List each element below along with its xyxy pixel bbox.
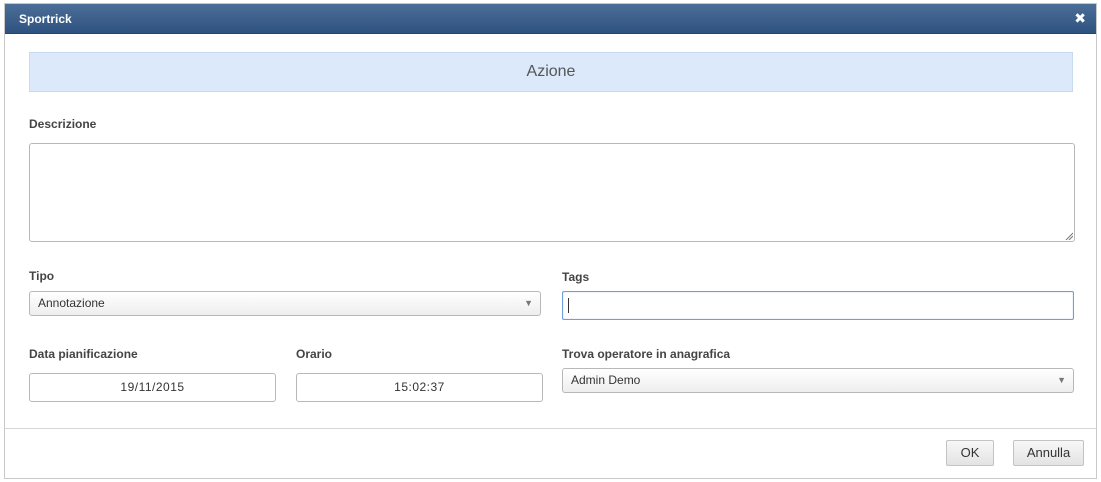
cancel-button[interactable]: Annulla xyxy=(1013,440,1084,466)
operatore-select[interactable]: Admin Demo ▼ xyxy=(562,368,1074,393)
descrizione-label: Descrizione xyxy=(29,117,97,131)
resize-grip-icon[interactable] xyxy=(1065,232,1073,240)
dialog-title: Sportrick xyxy=(19,12,72,26)
orario-input[interactable]: 15:02:37 xyxy=(296,373,543,402)
orario-label: Orario xyxy=(296,347,333,361)
tipo-label: Tipo xyxy=(29,269,55,283)
tipo-select[interactable]: Annotazione ▼ xyxy=(29,291,541,316)
tipo-selected-value: Annotazione xyxy=(38,296,105,310)
footer-divider xyxy=(5,428,1096,429)
dialog: Sportrick ✖ Azione Descrizione Tipo Anno… xyxy=(4,3,1097,479)
tags-input[interactable] xyxy=(562,291,1074,320)
chevron-down-icon: ▼ xyxy=(1057,375,1066,385)
section-header: Azione xyxy=(29,52,1073,92)
chevron-down-icon: ▼ xyxy=(524,298,533,308)
dialog-titlebar[interactable]: Sportrick ✖ xyxy=(5,4,1096,34)
operatore-label: Trova operatore in anagrafica xyxy=(562,347,731,361)
text-caret xyxy=(568,298,569,313)
close-icon[interactable]: ✖ xyxy=(1074,10,1086,26)
tags-label: Tags xyxy=(562,270,590,284)
ok-button[interactable]: OK xyxy=(946,440,994,466)
operatore-selected-value: Admin Demo xyxy=(571,373,641,387)
data-pianificazione-input[interactable]: 19/11/2015 xyxy=(29,373,276,402)
descrizione-textarea[interactable] xyxy=(29,143,1075,242)
data-pianificazione-label: Data pianificazione xyxy=(29,347,138,361)
